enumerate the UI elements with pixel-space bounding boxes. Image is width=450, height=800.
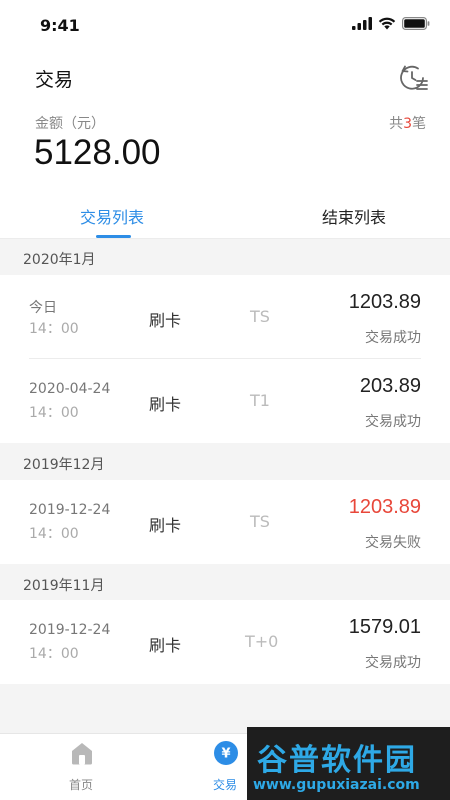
row-date: 今日 [29, 300, 57, 316]
row-type: 刷卡 [149, 395, 182, 414]
watermark-url: www.gupuxiazai.com [253, 777, 420, 793]
row-status: 交易成功 [365, 330, 421, 346]
row-time: 14：00 [29, 321, 79, 337]
row-channel: TS [250, 512, 270, 531]
row-amount: 1203.89 [348, 496, 421, 518]
table-row[interactable]: 2020-04-24 14：00 刷卡 T1 203.89 交易成功 [0, 359, 450, 443]
page-title: 交易 [35, 69, 74, 91]
row-date: 2020-04-24 [29, 381, 111, 397]
wifi-icon [378, 17, 396, 30]
row-channel: T1 [250, 391, 270, 410]
tab-ended-list[interactable]: 结束列表 [322, 204, 386, 228]
row-date: 2019-12-24 [29, 502, 111, 518]
row-type: 刷卡 [149, 636, 182, 655]
signal-icon [352, 17, 372, 30]
row-channel: T+0 [245, 632, 279, 651]
count-prefix: 共 [389, 116, 404, 132]
history-list-icon[interactable] [396, 61, 430, 95]
status-time: 9:41 [40, 16, 80, 35]
watermark-logo: 谷普软件园 www.gupuxiazai.com [247, 727, 450, 800]
row-status: 交易成功 [365, 655, 421, 671]
page-header: 交易 [0, 52, 450, 104]
section-header: 2019年12月 [0, 444, 450, 480]
table-row[interactable]: 今日 14：00 刷卡 TS 1203.89 交易成功 [0, 275, 450, 359]
transaction-count: 共3笔 [389, 113, 426, 133]
section-header: 2019年11月 [0, 565, 450, 601]
active-tab-indicator [96, 235, 131, 238]
row-type: 刷卡 [149, 516, 182, 535]
row-amount: 1203.89 [348, 291, 421, 313]
section-header: 2020年1月 [0, 239, 450, 275]
amount-value: 5128.00 [34, 133, 161, 172]
table-row[interactable]: 2019-12-24 14：00 刷卡 TS 1203.89 交易失败 [0, 480, 450, 564]
section-title: 2019年11月 [23, 578, 105, 594]
row-channel: TS [250, 307, 270, 326]
row-date: 2019-12-24 [29, 622, 111, 638]
battery-icon [402, 17, 430, 30]
tab-transaction-list[interactable]: 交易列表 [80, 204, 144, 228]
yuan-glyph: ¥ [221, 747, 230, 762]
count-suffix: 笔 [412, 116, 426, 132]
row-amount: 203.89 [359, 375, 421, 397]
section-group: 今日 14：00 刷卡 TS 1203.89 交易成功 2020-04-24 1… [0, 275, 450, 443]
amount-label: 金额（元） [35, 116, 105, 132]
row-time: 14：00 [29, 405, 79, 421]
section-title: 2019年12月 [23, 457, 105, 473]
section-group: 2019-12-24 14：00 刷卡 TS 1203.89 交易失败 [0, 480, 450, 564]
row-time: 14：00 [29, 646, 79, 662]
row-type: 刷卡 [149, 311, 182, 330]
row-status: 交易失败 [365, 535, 421, 551]
table-row[interactable]: 2019-12-24 14：00 刷卡 T+0 1579.01 交易成功 [0, 600, 450, 684]
watermark-title: 谷普软件园 [257, 743, 417, 778]
count-number: 3 [403, 116, 412, 132]
status-bar: 9:41 [0, 0, 450, 52]
list-tabs: 交易列表 结束列表 [0, 192, 450, 239]
section-title: 2020年1月 [23, 252, 96, 268]
status-icons [352, 17, 430, 30]
yuan-icon: ¥ [214, 741, 238, 765]
tabbar-item-home[interactable]: 首页 [41, 734, 121, 800]
row-time: 14：00 [29, 526, 79, 542]
home-icon [72, 743, 92, 765]
transaction-list: 2020年1月 今日 14：00 刷卡 TS 1203.89 交易成功 2020… [0, 239, 450, 733]
row-amount: 1579.01 [348, 616, 421, 638]
section-group: 2019-12-24 14：00 刷卡 T+0 1579.01 交易成功 [0, 600, 450, 684]
tabbar-label-home: 首页 [68, 778, 93, 792]
row-status: 交易成功 [365, 414, 421, 430]
